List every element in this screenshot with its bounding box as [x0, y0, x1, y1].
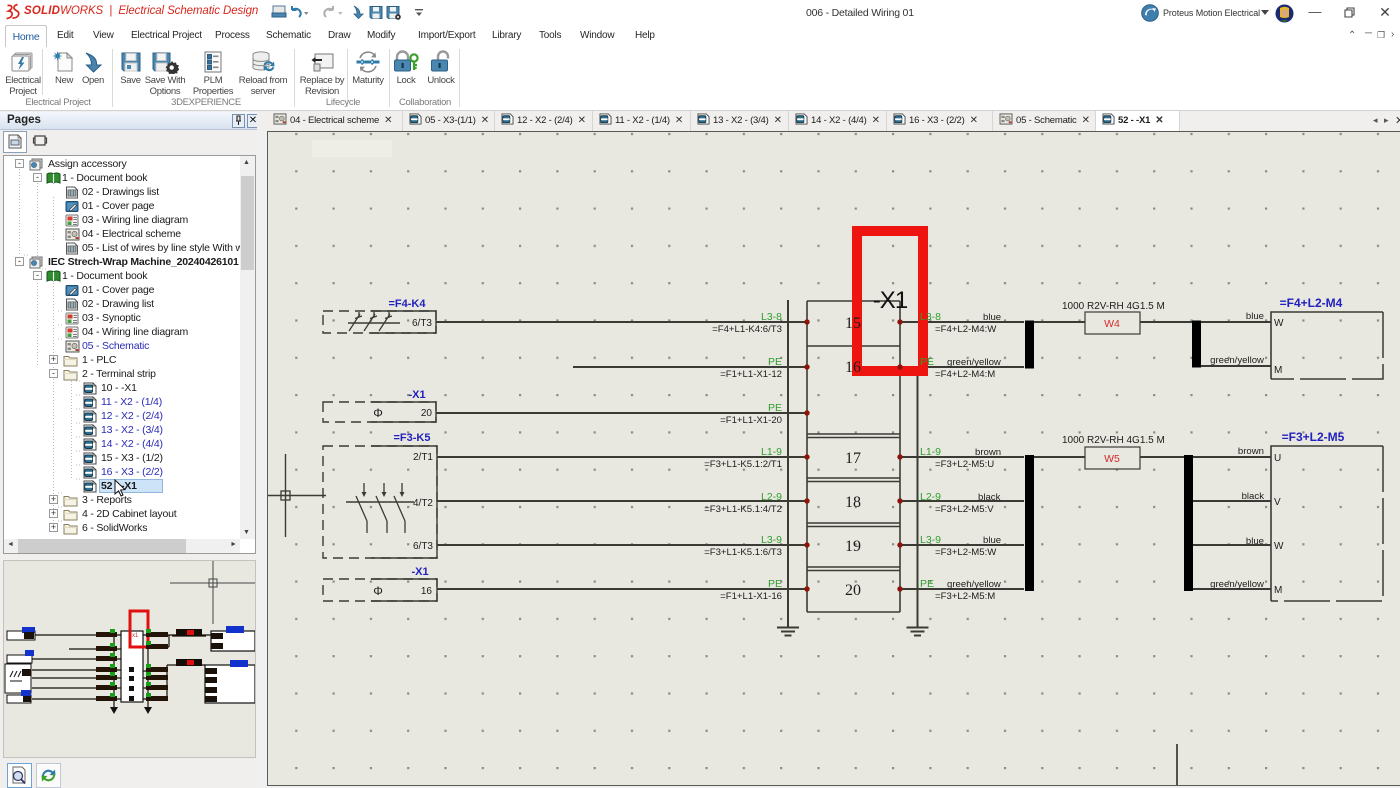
svg-text:PE: PE — [768, 402, 782, 414]
svg-text:x1: x1 — [132, 633, 139, 639]
svg-text:=F4+L1-K4:6/T3: =F4+L1-K4:6/T3 — [712, 324, 782, 335]
svg-text:PE: PE — [768, 356, 782, 368]
svg-text:brown: brown — [1238, 446, 1264, 457]
svg-text:W: W — [1274, 541, 1284, 552]
svg-text:brown: brown — [975, 447, 1001, 458]
svg-text:=F3+L2-M5:V: =F3+L2-M5:V — [935, 504, 994, 515]
svg-text:=F4+L2-M4: =F4+L2-M4 — [1280, 296, 1343, 310]
svg-text:=F4-K4: =F4-K4 — [389, 298, 427, 310]
svg-text:15: 15 — [845, 315, 861, 332]
svg-text:PE: PE — [920, 356, 934, 368]
svg-text:=F3+L2-M5:M: =F3+L2-M5:M — [935, 591, 995, 602]
svg-text:L3-9: L3-9 — [920, 534, 941, 546]
svg-text:blue: blue — [983, 312, 1001, 323]
svg-text:L3-8: L3-8 — [920, 311, 941, 323]
svg-text:=F4+L2-M4:W: =F4+L2-M4:W — [935, 324, 997, 335]
svg-text:blue: blue — [1246, 311, 1264, 322]
svg-text:=F3+L1-K5.1:4/T2: =F3+L1-K5.1:4/T2 — [704, 504, 782, 515]
svg-text:18: 18 — [845, 494, 861, 511]
svg-text:Φ: Φ — [373, 406, 383, 420]
svg-text:20: 20 — [421, 408, 433, 419]
svg-text:green/yellow: green/yellow — [947, 579, 1001, 590]
svg-text:=F3+L2-M5:W: =F3+L2-M5:W — [935, 547, 997, 558]
svg-text:black: black — [1242, 491, 1265, 502]
svg-text:M: M — [1274, 585, 1282, 596]
svg-text:6/T3: 6/T3 — [413, 541, 433, 552]
svg-text:-X1: -X1 — [408, 389, 425, 401]
svg-text:=F3-K5: =F3-K5 — [394, 432, 431, 444]
svg-text:2/T1: 2/T1 — [413, 452, 433, 463]
svg-text:16: 16 — [421, 586, 433, 597]
svg-text:16: 16 — [845, 359, 861, 376]
svg-text:L2-9: L2-9 — [920, 491, 941, 503]
svg-text:L3-8: L3-8 — [761, 311, 782, 323]
svg-text:19: 19 — [845, 538, 861, 555]
svg-text:=F1+L1-X1-20: =F1+L1-X1-20 — [720, 415, 782, 426]
svg-text:6/T3: 6/T3 — [412, 318, 432, 329]
svg-text:blue: blue — [1246, 536, 1264, 547]
svg-text:W4: W4 — [1104, 318, 1120, 330]
svg-text:green/yellow: green/yellow — [1210, 355, 1264, 366]
svg-text:17: 17 — [845, 450, 861, 467]
svg-text:=F3+L1-K5.1:2/T1: =F3+L1-K5.1:2/T1 — [704, 459, 782, 470]
svg-text:=F4+L2-M4:M: =F4+L2-M4:M — [935, 369, 995, 380]
svg-text:=F1+L1-X1-16: =F1+L1-X1-16 — [720, 591, 782, 602]
svg-text:PE: PE — [768, 578, 782, 590]
svg-text:=F3+L2-M5:U: =F3+L2-M5:U — [935, 459, 994, 470]
svg-text:green/yellow: green/yellow — [947, 357, 1001, 368]
svg-text:=F3+L1-K5.1:6/T3: =F3+L1-K5.1:6/T3 — [704, 547, 782, 558]
svg-text:U: U — [1274, 453, 1281, 464]
svg-text:1000 R2V-RH 4G1.5 M: 1000 R2V-RH 4G1.5 M — [1062, 435, 1165, 446]
svg-text:L2-9: L2-9 — [761, 491, 782, 503]
svg-text:L3-9: L3-9 — [761, 534, 782, 546]
svg-text:=F3+L2-M5: =F3+L2-M5 — [1282, 430, 1345, 444]
svg-text:L1-9: L1-9 — [761, 446, 782, 458]
svg-text:W5: W5 — [1104, 453, 1120, 465]
svg-text:blue: blue — [983, 535, 1001, 546]
svg-text:black: black — [978, 492, 1001, 503]
svg-text:M: M — [1274, 365, 1282, 376]
svg-text:green/yellow: green/yellow — [1210, 579, 1264, 590]
svg-text:-X1: -X1 — [411, 566, 428, 578]
svg-text:4/T2: 4/T2 — [413, 498, 433, 509]
svg-text:PE: PE — [920, 578, 934, 590]
svg-text:20: 20 — [845, 582, 861, 599]
svg-text:1000 R2V-RH 4G1.5 M: 1000 R2V-RH 4G1.5 M — [1062, 301, 1165, 312]
svg-text:W: W — [1274, 318, 1284, 329]
svg-text:L1-9: L1-9 — [920, 446, 941, 458]
svg-text:=F1+L1-X1-12: =F1+L1-X1-12 — [720, 369, 782, 380]
svg-text:V: V — [1274, 497, 1281, 508]
svg-text:-X1: -X1 — [873, 287, 908, 314]
svg-text:Φ: Φ — [373, 584, 383, 598]
